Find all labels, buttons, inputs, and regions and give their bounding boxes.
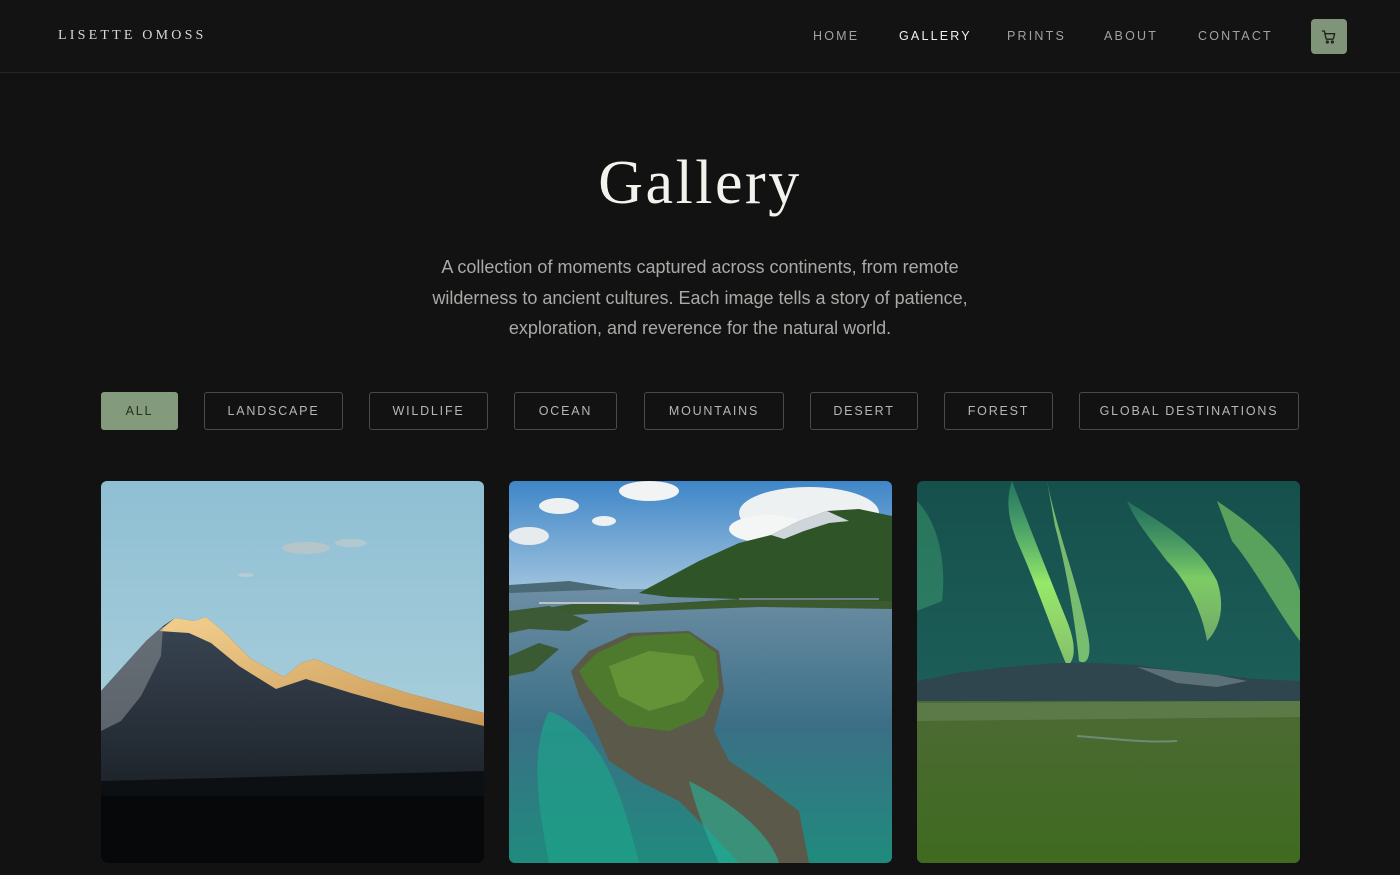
filter-wildlife[interactable]: WILDLIFE bbox=[369, 392, 488, 430]
intro-line: wilderness to ancient cultures. Each ima… bbox=[432, 287, 968, 308]
filter-all[interactable]: ALL bbox=[101, 392, 178, 430]
gallery-item-aurora[interactable] bbox=[917, 481, 1300, 863]
page-title: Gallery bbox=[598, 149, 802, 217]
nav-about[interactable]: ABOUT bbox=[1104, 29, 1158, 43]
filter-mountains[interactable]: MOUNTAINS bbox=[644, 392, 784, 430]
filter-desert[interactable]: DESERT bbox=[810, 392, 918, 430]
main-nav: HOME GALLERY PRINTS ABOUT CONTACT bbox=[0, 29, 1400, 45]
nav-prints[interactable]: PRINTS bbox=[1007, 29, 1066, 43]
gallery-item-mountain[interactable] bbox=[101, 481, 484, 863]
photo-fjord bbox=[509, 481, 892, 863]
nav-home[interactable]: HOME bbox=[813, 29, 859, 43]
cart-button[interactable] bbox=[1311, 19, 1347, 54]
nav-contact[interactable]: CONTACT bbox=[1198, 29, 1273, 43]
filter-forest[interactable]: FOREST bbox=[944, 392, 1053, 430]
filter-ocean[interactable]: OCEAN bbox=[514, 392, 617, 430]
photo-aurora bbox=[917, 481, 1300, 863]
intro-line: exploration, and reverence for the natur… bbox=[508, 318, 892, 338]
nav-gallery[interactable]: GALLERY bbox=[899, 29, 972, 43]
gallery-intro: A collection of moments captured across … bbox=[400, 252, 1000, 344]
site-header: LISETTE OMOSS HOME GALLERY PRINTS ABOUT … bbox=[0, 0, 1400, 73]
filter-landscape[interactable]: LANDSCAPE bbox=[204, 392, 343, 430]
cart-icon bbox=[1321, 29, 1336, 44]
intro-line: A collection of moments captured across … bbox=[441, 257, 959, 277]
filter-global-destinations[interactable]: GLOBAL DESTINATIONS bbox=[1079, 392, 1299, 430]
photo-mountain bbox=[101, 481, 484, 863]
gallery-item-fjord[interactable] bbox=[509, 481, 892, 863]
